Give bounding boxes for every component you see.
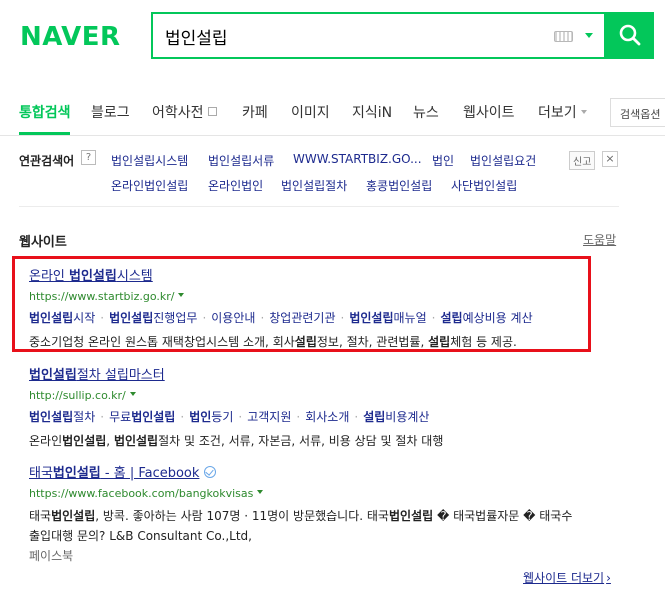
related-link[interactable]: 법인설립요건 — [470, 152, 536, 169]
tab-integrated[interactable]: 통합검색 — [19, 102, 71, 122]
result-description: 온라인법인설립, 법인설립절차 및 조건, 서류, 자본금, 서류, 비용 상담… — [29, 431, 629, 451]
desc-text: 태국 — [29, 509, 52, 523]
verified-icon — [204, 466, 217, 478]
result-url[interactable]: http://sullip.co.kr/ — [29, 389, 629, 402]
tab-kin[interactable]: 지식iN — [352, 102, 392, 122]
search-tabs: 통합검색 블로그 어학사전 카페 이미지 지식iN 뉴스 웹사이트 더보기 — [0, 88, 665, 136]
search-button[interactable] — [606, 12, 654, 59]
related-link[interactable]: 홍콩법인설립 — [366, 177, 432, 194]
result-title-link[interactable]: 법인설립절차 설립마스터 — [29, 364, 629, 383]
more-websites-link[interactable]: 웹사이트 더보기 › — [523, 569, 611, 586]
related-link[interactable]: 온라인법인 — [208, 177, 263, 194]
tab-more[interactable]: 더보기 — [538, 102, 587, 122]
desc-keyword: 법인설립 — [113, 434, 159, 448]
help-icon[interactable]: ? — [81, 150, 96, 165]
desc-keyword: 법인설립 — [62, 434, 107, 448]
desc-text: 절차 및 조건, 서류, 자본금, 서류, 비용 상담 및 절차 대행 — [158, 434, 444, 448]
active-tab-underline — [19, 132, 70, 135]
separator-dot: · — [180, 410, 185, 424]
desc-text: , — [106, 434, 114, 448]
chevron-down-icon[interactable] — [129, 392, 136, 396]
related-link[interactable]: 법인설립절차 — [281, 177, 347, 194]
related-link[interactable]: 법인설립서류 — [208, 152, 274, 169]
sublink-keyword[interactable]: 법인설립 — [131, 410, 175, 424]
separator-dot: · — [238, 410, 243, 424]
search-box[interactable]: 법인설립 — [151, 12, 606, 59]
title-text[interactable]: 절차 설립마스터 — [77, 368, 165, 383]
desc-text: 온라인 — [29, 434, 63, 448]
tab-more-label[interactable]: 더보기 — [538, 105, 577, 121]
tab-blog[interactable]: 블로그 — [91, 102, 130, 122]
divider — [19, 206, 619, 207]
sublink-text[interactable]: 무료 — [109, 410, 131, 424]
related-link[interactable]: 법인설립시스템 — [111, 152, 188, 169]
search-result: 법인설립절차 설립마스터 http://sullip.co.kr/ 법인설립절차… — [29, 364, 629, 451]
sublink-keyword[interactable]: 법인 — [189, 410, 211, 424]
sublink-text[interactable]: 절차 — [73, 410, 95, 424]
desc-keyword: 법인설립 — [51, 509, 96, 523]
title-keyword[interactable]: 법인설립 — [29, 368, 77, 383]
desc-text: , 방콕. 좋아하는 사람 107명 · 11명이 방문했습니다. 태국 — [95, 509, 389, 523]
related-link[interactable]: WWW.STARTBIZ.GO... — [293, 152, 422, 166]
result-source: 페이스북 — [29, 549, 74, 563]
sublink[interactable]: 설립비용계산 — [363, 410, 429, 424]
close-icon[interactable]: × — [602, 151, 618, 167]
sublink[interactable]: 고객지원 — [247, 410, 291, 424]
tab-dictionary-label[interactable]: 어학사전 — [152, 105, 204, 121]
tab-image[interactable]: 이미지 — [291, 102, 330, 122]
tab-dictionary[interactable]: 어학사전 — [152, 102, 217, 122]
result-sublinks: 법인설립절차 · 무료법인설립 · 법인등기 · 고객지원 · 회사소개 · 설립비용계산 — [29, 408, 629, 425]
sublink[interactable]: 법인설립절차 — [29, 410, 95, 424]
chevron-down-icon[interactable] — [257, 490, 264, 494]
more-label[interactable]: 웹사이트 더보기 — [523, 571, 604, 585]
chevron-right-icon[interactable]: › — [606, 571, 611, 585]
sublink[interactable]: 법인등기 — [189, 410, 233, 424]
title-keyword[interactable]: 법인설립 — [53, 466, 101, 481]
external-link-icon — [207, 107, 217, 116]
url-text[interactable]: http://sullip.co.kr/ — [29, 389, 126, 402]
result-title-link[interactable]: 태국법인설립 - 홈 | Facebook — [29, 462, 629, 481]
report-button[interactable]: 신고 — [569, 151, 596, 170]
desc-text: � 태국법률자문 � 태국수 — [433, 509, 573, 523]
url-text[interactable]: https://www.facebook.com/bangkokvisas — [29, 487, 253, 500]
tab-cafe[interactable]: 카페 — [242, 102, 268, 122]
result-description: 태국법인설립, 방콕. 좋아하는 사람 107명 · 11명이 방문했습니다. … — [29, 506, 629, 566]
naver-logo[interactable]: NAVER — [20, 22, 121, 52]
sublink[interactable]: 무료법인설립 — [109, 410, 175, 424]
highlight-annotation-box — [12, 256, 591, 352]
separator-dot: · — [296, 410, 301, 424]
help-link[interactable]: 도움말 — [583, 231, 616, 248]
related-link[interactable]: 사단법인설립 — [451, 177, 517, 194]
sublink[interactable]: 회사소개 — [305, 410, 349, 424]
separator-dot: · — [100, 410, 105, 424]
section-title: 웹사이트 — [19, 235, 67, 250]
sublink-text[interactable]: 비용계산 — [385, 410, 429, 424]
result-url[interactable]: https://www.facebook.com/bangkokvisas — [29, 487, 629, 500]
title-text[interactable]: 태국 — [29, 466, 53, 481]
desc-text: 출입대행 문의? L&B Consultant Co.,Ltd, — [29, 529, 252, 543]
search-result: 태국법인설립 - 홈 | Facebook https://www.facebo… — [29, 462, 629, 566]
related-title: 연관검색어 — [19, 154, 75, 168]
search-options-button[interactable]: 검색옵션 — [610, 98, 665, 127]
keyboard-icon[interactable] — [554, 31, 573, 42]
related-link[interactable]: 법인 — [432, 152, 454, 169]
chevron-down-icon[interactable] — [585, 33, 593, 38]
sublink-text[interactable]: 등기 — [211, 410, 233, 424]
separator-dot: · — [354, 410, 359, 424]
sublink-keyword[interactable]: 설립 — [363, 410, 385, 424]
title-text[interactable]: - 홈 | Facebook — [101, 466, 200, 481]
sublink-keyword[interactable]: 법인설립 — [29, 410, 73, 424]
chevron-down-icon — [580, 110, 587, 114]
tab-website[interactable]: 웹사이트 — [463, 102, 515, 122]
desc-keyword: 법인설립 — [388, 509, 434, 523]
search-input[interactable]: 법인설립 — [165, 24, 228, 49]
related-link[interactable]: 온라인법인설립 — [111, 177, 188, 194]
search-icon — [619, 24, 641, 46]
tab-news[interactable]: 뉴스 — [413, 102, 439, 122]
